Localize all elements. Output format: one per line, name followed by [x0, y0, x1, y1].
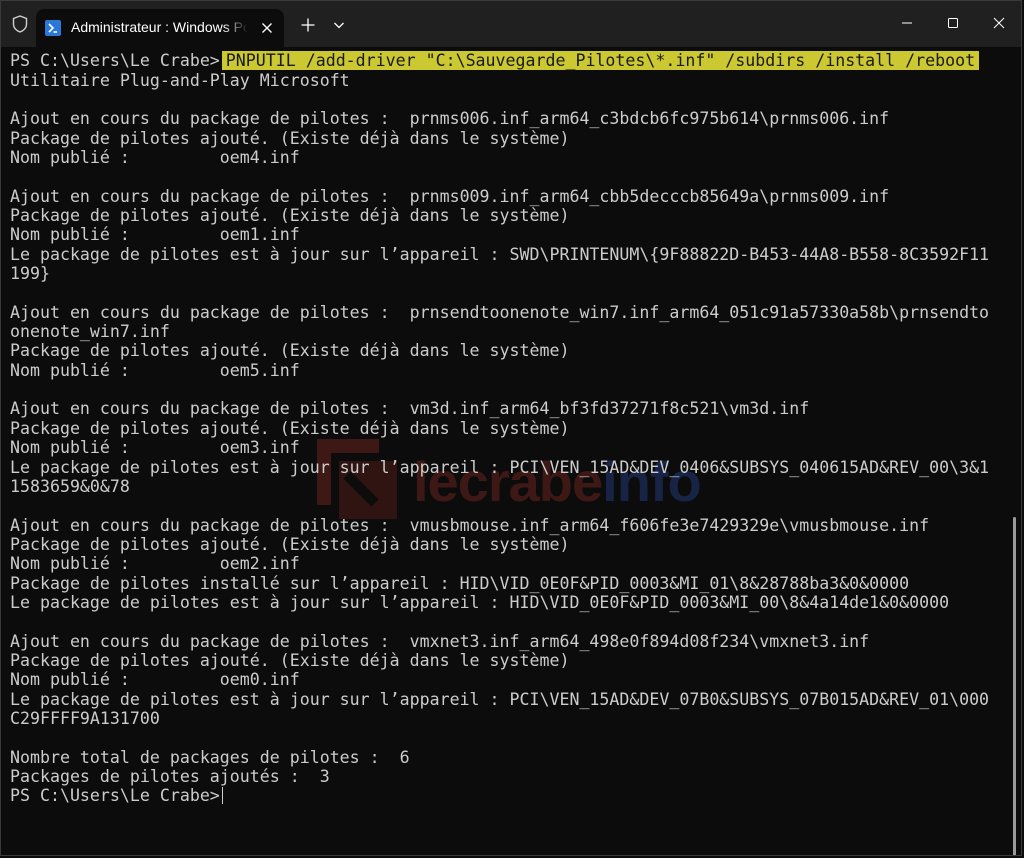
title-bar[interactable]: Administrateur : Windows PowerShell: [1, 1, 1021, 47]
maximize-icon: [948, 18, 958, 28]
tab-title: Administrateur : Windows PowerShell: [71, 19, 247, 35]
tab-title-fade: [222, 15, 248, 41]
output-line: Nombre total de packages de pilotes : 6: [10, 747, 410, 767]
output-line: Nom publié : oem4.inf: [10, 147, 300, 167]
tab-dropdown-button[interactable]: [331, 17, 347, 33]
crab-logo-icon: [317, 439, 397, 519]
output-line: C29FFFF9A131700: [10, 709, 160, 729]
new-tab-button[interactable]: [298, 15, 318, 35]
shield-icon: [10, 14, 30, 34]
output-line: 199}: [10, 264, 50, 283]
output-line: Le package de pilotes est à jour sur l’a…: [10, 244, 990, 264]
output-line: Package de pilotes ajouté. (Existe déjà …: [10, 128, 570, 148]
output-line: Package de pilotes ajouté. (Existe déjà …: [10, 341, 570, 361]
output-line: Le package de pilotes est à jour sur l’a…: [10, 689, 990, 709]
close-icon: [262, 23, 272, 33]
final-prompt: PS C:\Users\Le Crabe>: [10, 786, 220, 806]
output-line: Nom publié : oem0.inf: [10, 670, 300, 690]
maximize-button[interactable]: [930, 1, 976, 45]
output-line: Nom publié : oem3.inf: [10, 438, 300, 458]
output-line: Package de pilotes installé sur l’appare…: [10, 573, 910, 593]
output-line: Ajout en cours du package de pilotes : p…: [10, 109, 890, 129]
output-line: Nom publié : oem1.inf: [10, 225, 300, 245]
output-line: Nom publié : oem5.inf: [10, 360, 300, 380]
text-cursor: [221, 787, 223, 805]
minimize-icon: [902, 22, 912, 24]
output-line: onenote_win7.inf: [10, 322, 170, 342]
scrollbar[interactable]: [1013, 517, 1016, 855]
plus-icon: [301, 18, 315, 32]
command-line: PS C:\Users\Le Crabe> PNPUTIL /add-driver…: [10, 51, 980, 71]
powershell-icon: [45, 20, 61, 36]
terminal-window: Administrateur : Windows PowerShell: [0, 0, 1022, 856]
output-line: Le package de pilotes est à jour sur l’a…: [10, 457, 990, 477]
output-line: Packages de pilotes ajoutés : 3: [10, 767, 330, 787]
output-line: Ajout en cours du package de pilotes : p…: [10, 186, 890, 206]
tab-powershell[interactable]: Administrateur : Windows PowerShell: [36, 9, 284, 47]
final-prompt-line: PS C:\Users\Le Crabe>: [10, 786, 223, 806]
close-icon: [993, 17, 1005, 29]
output-line: Le package de pilotes est à jour sur l’a…: [10, 592, 950, 612]
output-line: Package de pilotes ajouté. (Existe déjà …: [10, 651, 570, 670]
output-line: Utilitaire Plug-and-Play Microsoft: [10, 70, 350, 90]
prompt-text: PS C:\Users\Le Crabe>: [10, 51, 220, 70]
output-line: Nom publié : oem2.inf: [10, 554, 300, 574]
output-line: Ajout en cours du package de pilotes : v…: [10, 631, 870, 651]
output-line: 1583659&0&78: [10, 476, 130, 496]
output-line: Ajout en cours du package de pilotes : p…: [10, 302, 990, 322]
output-line: Ajout en cours du package de pilotes : v…: [10, 399, 810, 419]
close-button[interactable]: [976, 1, 1021, 45]
output-line: Ajout en cours du package de pilotes : v…: [10, 515, 930, 535]
output-line: Package de pilotes ajouté. (Existe déjà …: [10, 205, 570, 225]
highlighted-command[interactable]: PNPUTIL /add-driver "C:\Sauvegarde_Pilot…: [221, 51, 980, 70]
minimize-button[interactable]: [884, 1, 930, 45]
close-tab-button[interactable]: [256, 17, 278, 39]
output-line: Package de pilotes ajouté. (Existe déjà …: [10, 418, 570, 438]
chevron-down-icon: [334, 22, 344, 29]
terminal-output[interactable]: lecrabeinfo PS C:\Users\Le Crabe> PNPUTIL…: [1, 47, 1016, 855]
output-line: Package de pilotes ajouté. (Existe déjà …: [10, 534, 570, 554]
